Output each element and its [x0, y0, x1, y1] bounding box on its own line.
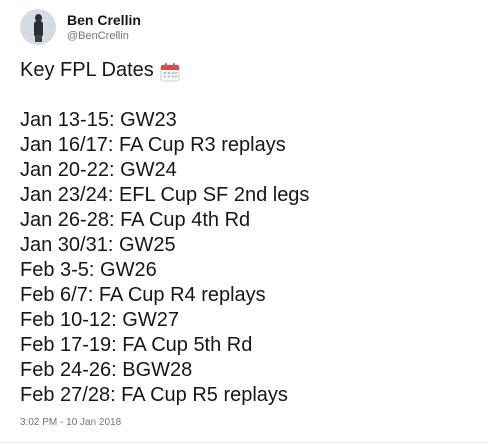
date-line: Feb 10-12: GW27 — [20, 309, 179, 331]
author-display-name[interactable]: Ben Crellin — [67, 11, 141, 29]
avatar-figure-legs — [35, 35, 42, 42]
date-line: Jan 20-22: GW24 — [20, 159, 177, 181]
tweet-card: Ben Crellin @BenCrellin Key FPL Dates Ja… — [0, 0, 489, 443]
tweet-title: Key FPL Dates — [20, 59, 154, 81]
date-line: Jan 13-15: GW23 — [20, 109, 177, 131]
date-line: Feb 24-26: BGW28 — [20, 359, 193, 381]
tweet-timestamp[interactable]: 3:02 PM - 10 Jan 2018 — [20, 416, 121, 430]
date-line: Jan 16/17: FA Cup R3 replays — [20, 134, 286, 156]
tweet-header: Ben Crellin @BenCrellin — [20, 7, 141, 47]
tweet-title-line: Key FPL Dates — [20, 58, 309, 83]
date-line: Jan 23/24: EFL Cup SF 2nd legs — [20, 184, 310, 206]
author-names: Ben Crellin @BenCrellin — [67, 11, 141, 44]
date-line: Feb 3-5: GW26 — [20, 259, 157, 281]
avatar[interactable] — [20, 9, 56, 45]
author-handle[interactable]: @BenCrellin — [67, 29, 141, 44]
avatar-figure-body — [34, 21, 43, 36]
tweet-text: Key FPL Dates Jan 13-15: GW23 Jan 16/17:… — [20, 58, 309, 408]
date-line: Jan 30/31: GW25 — [20, 234, 176, 256]
date-line: Feb 27/28: FA Cup R5 replays — [20, 384, 288, 406]
date-line: Feb 17-19: FA Cup 5th Rd — [20, 334, 253, 356]
date-line: Jan 26-28: FA Cup 4th Rd — [20, 209, 251, 231]
calendar-icon — [160, 62, 180, 82]
date-line: Feb 6/7: FA Cup R4 replays — [20, 284, 266, 306]
